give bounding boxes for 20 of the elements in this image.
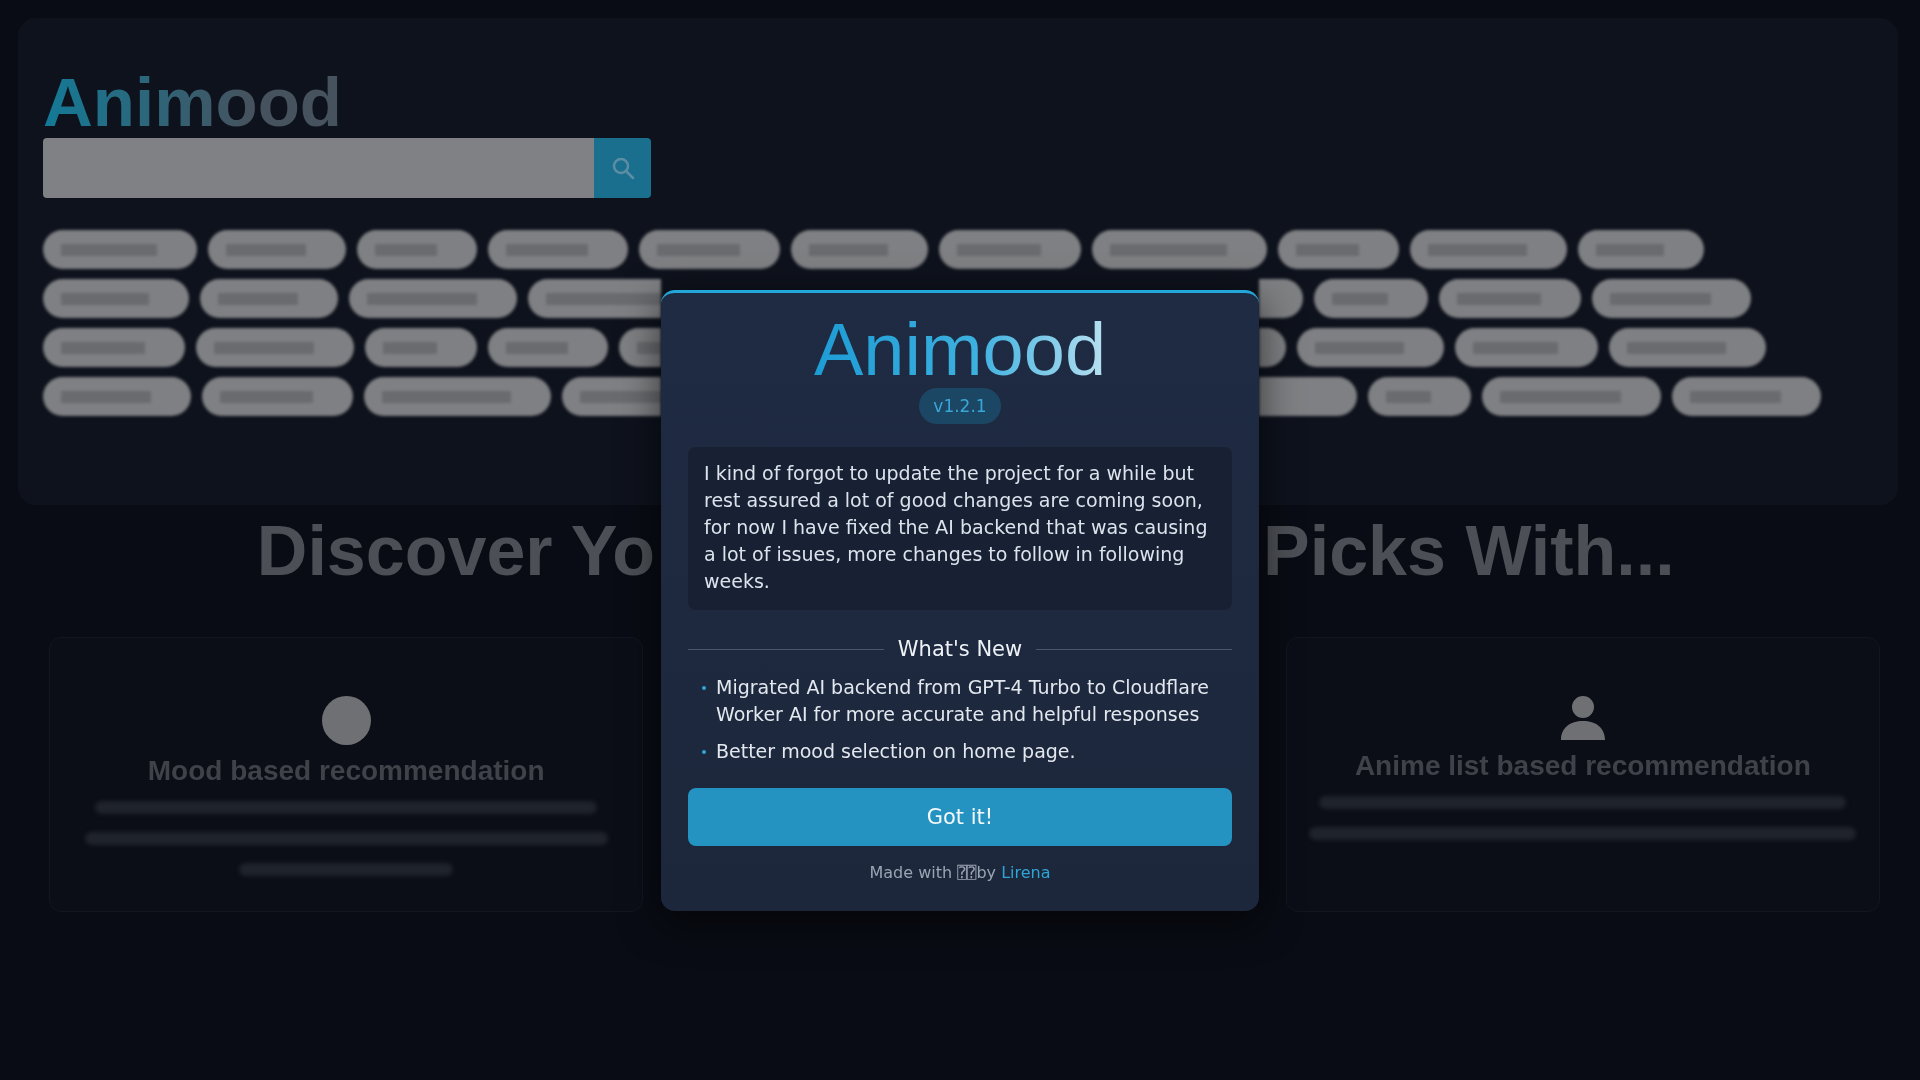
section-title: What's New xyxy=(897,636,1023,663)
author-link[interactable]: Lirena xyxy=(1001,863,1051,882)
bullet-icon xyxy=(702,750,706,754)
page-heading: Discover Yo xyxy=(256,516,655,586)
tag-chip xyxy=(1259,279,1303,318)
got-it-button[interactable]: Got it! xyxy=(688,788,1232,846)
version-badge: v1.2.1 xyxy=(919,388,1001,424)
person-icon xyxy=(1560,696,1605,740)
tag-chip xyxy=(1259,328,1286,367)
tag-chip xyxy=(619,328,661,367)
search-button[interactable] xyxy=(594,138,651,198)
circle-icon xyxy=(321,696,371,745)
search-icon xyxy=(610,156,635,180)
change-item: Better mood selection on home page. xyxy=(716,739,1076,764)
update-message: I kind of forgot to update the project for a while but rest assured a lot of good changes are coming soon, for now I have fixed the AI backend that was causing a lot of issues, more changes to follow in following weeks. xyxy=(688,447,1232,610)
footer-credit: Made with ⍰⍰by Lirena xyxy=(868,862,1052,884)
page-heading: Picks With... xyxy=(1263,516,1675,586)
change-item: Migrated AI backend from GPT-4 Turbo to Cloudflare Worker AI for more accurate and helpful responses xyxy=(716,675,1211,727)
bullet-icon xyxy=(702,686,706,690)
search-field[interactable] xyxy=(43,138,594,198)
